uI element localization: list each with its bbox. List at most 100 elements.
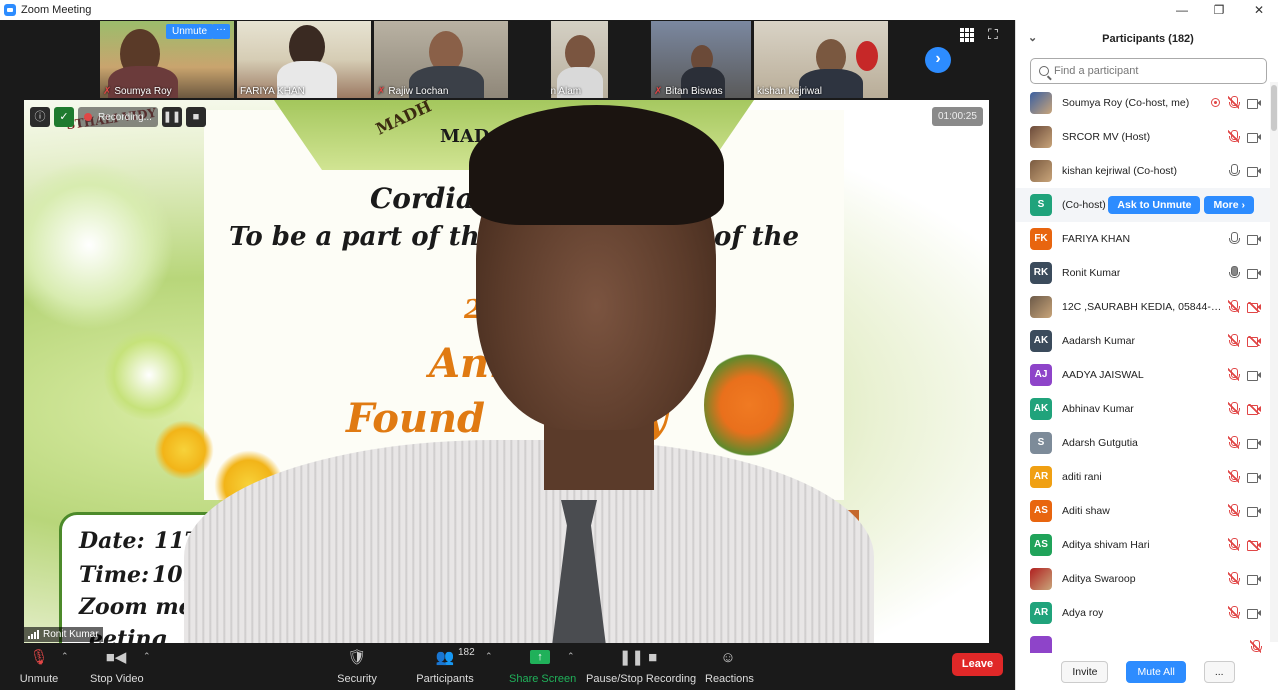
stop-video-button[interactable]: ■◀ Stop Video: [90, 647, 144, 685]
pause-recording-icon[interactable]: ❚❚: [161, 107, 182, 127]
more-menu-button[interactable]: ...: [1203, 660, 1235, 683]
share-options-caret[interactable]: ⌃: [567, 651, 575, 662]
camera-icon: [1247, 132, 1261, 143]
participant-row[interactable]: Aditya Swaroop: [1016, 562, 1271, 596]
ask-to-unmute-button[interactable]: Ask to Unmute: [1108, 196, 1201, 214]
invite-button[interactable]: Invite: [1061, 660, 1109, 683]
participant-row[interactable]: Soumya Roy (Co-host, me): [1016, 86, 1271, 120]
participant-row[interactable]: FK FARIYA KHAN: [1016, 222, 1271, 256]
avatar: S: [1030, 194, 1052, 216]
microphone-muted-icon[interactable]: [1228, 130, 1240, 143]
participant-search-input[interactable]: Find a participant: [1030, 58, 1267, 84]
participant-row[interactable]: kishan kejriwal (Co-host): [1016, 154, 1271, 188]
leave-button[interactable]: Leave: [952, 653, 1003, 676]
participant-status-icons: [1228, 436, 1261, 449]
stop-recording-icon[interactable]: ■: [185, 107, 206, 127]
participant-row[interactable]: RK Ronit Kumar: [1016, 256, 1271, 290]
participant-scrollbar[interactable]: [1271, 85, 1277, 131]
chevron-right-icon[interactable]: ›: [925, 47, 951, 73]
participants-footer: Invite Mute All ...: [1016, 653, 1280, 690]
avatar: [1030, 568, 1052, 590]
participant-row[interactable]: SRCOR MV (Host): [1016, 120, 1271, 154]
video-options-caret[interactable]: ⌃: [143, 651, 151, 662]
close-icon[interactable]: ✕: [1239, 0, 1279, 20]
audio-options-caret[interactable]: ⌃: [61, 651, 69, 662]
collapse-chevron-icon[interactable]: ⌄: [1028, 31, 1037, 44]
video-camera-icon: ■◀: [105, 649, 127, 666]
participant-row[interactable]: AJ AADYA JAISWAL: [1016, 358, 1271, 392]
avatar: S: [1030, 432, 1052, 454]
microphone-muted-icon[interactable]: [1250, 640, 1262, 653]
recording-icon: [1211, 98, 1220, 107]
microphone-muted-icon[interactable]: [1228, 606, 1240, 619]
speaker-name: Ronit Kumar: [43, 629, 99, 640]
more-button[interactable]: More ›: [1204, 196, 1254, 214]
video-tile-bitan-biswas[interactable]: ✗ Bitan Biswas: [651, 21, 751, 98]
participant-row[interactable]: AK Abhinav Kumar: [1016, 392, 1271, 426]
share-screen-button[interactable]: ↑ Share Screen: [509, 647, 576, 685]
recording-indicator: Recording...: [78, 107, 158, 127]
maximize-icon[interactable]: ❐: [1199, 0, 1239, 20]
participant-status-icons: [1228, 300, 1261, 313]
reactions-smiley-icon: ☺: [720, 648, 736, 666]
microphone-muted-icon[interactable]: [1228, 368, 1240, 381]
grid-view-icon[interactable]: [960, 28, 974, 42]
participant-row[interactable]: AR Adya roy: [1016, 596, 1271, 630]
participant-name: Adya roy: [1062, 607, 1104, 619]
microphone-muted-icon[interactable]: [1228, 504, 1240, 517]
microphone-icon[interactable]: [1228, 232, 1240, 245]
recording-label: Recording...: [98, 111, 152, 123]
info-icon[interactable]: ⓘ: [30, 107, 50, 127]
microphone-icon[interactable]: [1228, 164, 1240, 177]
participant-status-icons: [1228, 504, 1261, 517]
participants-options-caret[interactable]: ⌃: [485, 651, 493, 662]
avatar: [1030, 160, 1052, 182]
microphone-icon[interactable]: [1228, 266, 1240, 279]
speaker-shirt: [184, 440, 874, 662]
participant-row[interactable]: AS Aditya shivam Hari: [1016, 528, 1271, 562]
microphone-muted-icon[interactable]: [1228, 300, 1240, 313]
microphone-muted-icon[interactable]: [1228, 96, 1240, 109]
participant-row[interactable]: S Adarsh Gutgutia: [1016, 426, 1271, 460]
participant-name: Adarsh Gutgutia: [1062, 437, 1138, 449]
microphone-muted-icon[interactable]: [1228, 538, 1240, 551]
unmute-chip[interactable]: Unmute: [166, 24, 214, 39]
encryption-shield-icon[interactable]: ✓: [54, 107, 74, 127]
video-tile-kishan-kejriwal[interactable]: kishan kejriwal: [754, 21, 888, 98]
mute-all-button[interactable]: Mute All: [1126, 660, 1186, 683]
participant-row[interactable]: AR aditi rani: [1016, 460, 1271, 494]
active-speaker-video[interactable]: STHALI VIDY MADH MAD Cordiall To be a pa…: [24, 100, 989, 662]
minimize-icon[interactable]: —: [1162, 0, 1202, 20]
unmute-button[interactable]: 🎙 Unmute: [18, 647, 60, 685]
video-tile-fariya-khan[interactable]: FARIYA KHAN: [237, 21, 371, 98]
video-tile-rajiw-lochan[interactable]: ✗ Rajiw Lochan: [374, 21, 508, 98]
reactions-button[interactable]: ☺ Reactions: [705, 647, 754, 686]
participant-row[interactable]: AS Aditi shaw: [1016, 494, 1271, 528]
camera-icon: [1247, 574, 1261, 585]
avatar: AR: [1030, 602, 1052, 624]
microphone-muted-icon[interactable]: [1228, 572, 1240, 585]
participant-row[interactable]: 12C ,SAURABH KEDIA, 05844-19,...: [1016, 290, 1271, 324]
camera-icon: [1247, 608, 1261, 619]
camera-off-icon: [1247, 403, 1261, 415]
microphone-muted-icon[interactable]: [1228, 436, 1240, 449]
mic-muted-icon: ✗: [377, 86, 386, 97]
participant-row[interactable]: AK Aadarsh Kumar: [1016, 324, 1271, 358]
video-tile-soumya-roy[interactable]: Unmute ··· ✗ Soumya Roy: [100, 21, 234, 98]
camera-icon: [1247, 234, 1261, 245]
participant-status-icons: [1228, 266, 1261, 279]
microphone-muted-icon[interactable]: [1228, 334, 1240, 347]
participant-status-icons: [1228, 572, 1261, 585]
pause-stop-recording-button[interactable]: ❚❚ ■ Pause/Stop Recording: [586, 647, 696, 685]
participant-name: 12C ,SAURABH KEDIA, 05844-19,...: [1062, 301, 1222, 313]
participant-scroll-track[interactable]: [1270, 82, 1278, 642]
microphone-muted-icon: 🎙: [29, 649, 49, 666]
security-button[interactable]: 🛡 Security: [336, 647, 378, 685]
more-options-chip[interactable]: ···: [212, 24, 230, 39]
tile-name: kishan kejriwal: [757, 86, 823, 97]
fullscreen-icon[interactable]: ⛶: [988, 27, 1002, 41]
video-tile-farhan-alam[interactable]: ✗Farhan Alam: [551, 21, 608, 98]
participant-row[interactable]: S (Co-host) Ask to Unmute More ›: [1016, 188, 1271, 222]
microphone-muted-icon[interactable]: [1228, 402, 1240, 415]
microphone-muted-icon[interactable]: [1228, 470, 1240, 483]
